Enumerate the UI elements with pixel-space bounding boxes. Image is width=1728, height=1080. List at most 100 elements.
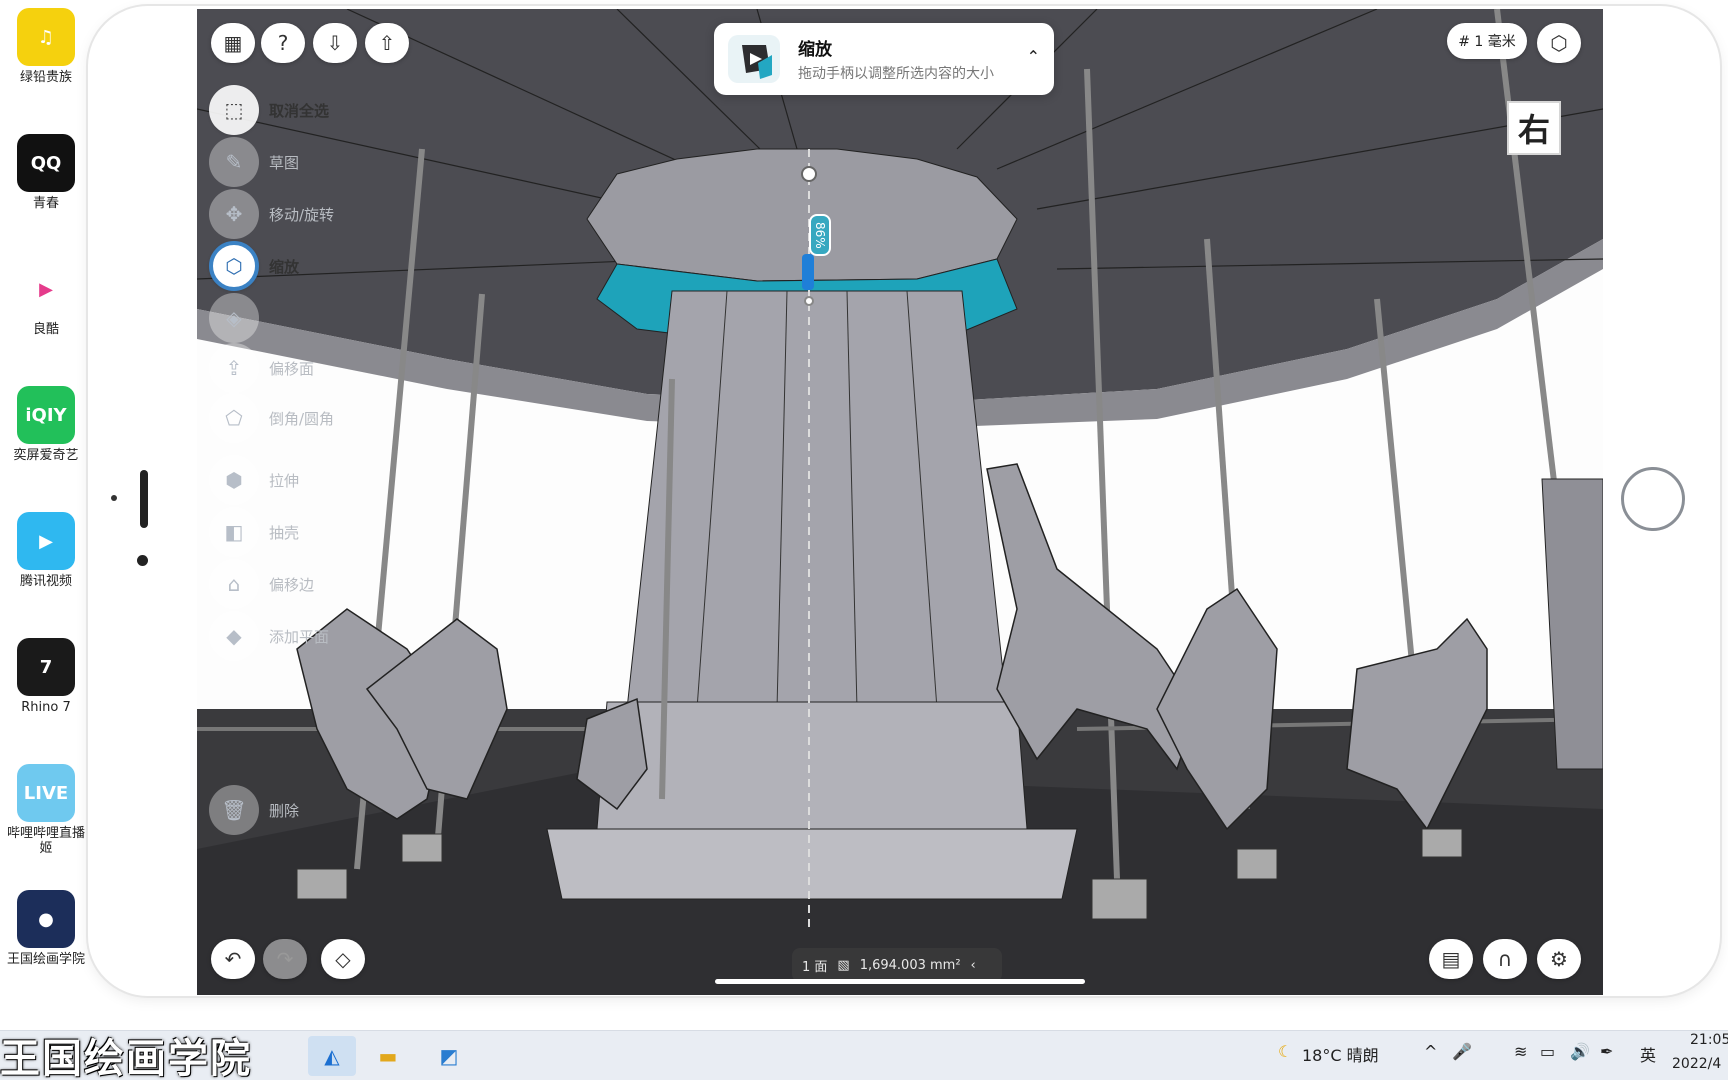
shapr3d-taskbar-app[interactable]: ◭ — [308, 1036, 356, 1076]
home-indicator-bar[interactable] — [715, 979, 1085, 984]
tool-label: 缩放 — [269, 257, 300, 276]
scale-end-handle[interactable] — [804, 296, 814, 306]
carousel-3d-viewport[interactable] — [197, 9, 1603, 995]
desktop-shortcut[interactable]: ● 王国绘画学院 — [4, 890, 88, 967]
desktop-shortcut[interactable]: ♫ 绿铅贵族 — [4, 8, 88, 85]
tool-sketch-pen[interactable]: ✎ 草图 — [209, 137, 299, 187]
tool-shell[interactable]: ◧ 抽壳 — [209, 507, 299, 557]
app-shortcut-icon: ♫ — [17, 8, 75, 66]
tool-extrude[interactable]: ⬢ 拉伸 — [209, 455, 299, 505]
tablet-sensor-dot — [137, 555, 148, 566]
scale-percent-badge[interactable]: 86% — [809, 214, 831, 256]
desktop-shortcut-label: 哔哩哔哩直播姬 — [6, 826, 85, 856]
desktop-shortcut-label: 王国绘画学院 — [6, 952, 85, 967]
desktop-shortcut[interactable]: iQIY 奕屏爱奇艺 — [4, 386, 88, 463]
add-plane-icon: ◆ — [209, 611, 259, 661]
desktop-icon-column: ♫ 绿铅贵族 QQ 青春 ▶ 良酷 iQIY 奕屏爱奇艺 ▶ 腾讯视频 7 Rhino 7 LIVE 哔哩… — [0, 0, 92, 1030]
file-explorer-taskbar-app[interactable]: ▬ — [364, 1036, 412, 1076]
scale-drag-handle[interactable] — [802, 254, 814, 290]
import-button[interactable]: ⇩ — [313, 23, 357, 63]
snap-magnet-button[interactable]: ∩ — [1483, 939, 1527, 979]
view-orientation-label[interactable]: 右 — [1507, 101, 1561, 155]
tablet-home-button[interactable] — [1621, 467, 1685, 531]
selection-status: 1 面 ▧ 1,694.003 mm² ‹ — [792, 948, 1002, 982]
tool-scale-cube[interactable]: ⬡ 缩放 — [209, 241, 299, 291]
input-method-indicator[interactable]: 英 — [1640, 1042, 1656, 1066]
units-button[interactable]: # 1 毫米 — [1447, 23, 1527, 59]
clock-time[interactable]: 21:05 — [1690, 1032, 1728, 1048]
desktop-shortcut[interactable]: ▶ 良酷 — [4, 260, 88, 337]
desktop-shortcut-label: 腾讯视频 — [19, 574, 72, 589]
speaker-icon[interactable]: 🔊 — [1570, 1042, 1590, 1061]
chevron-up-icon[interactable]: ^ — [1424, 1042, 1437, 1061]
channel-watermark: 王国绘画学院 — [0, 1035, 252, 1080]
section-icon: ▤ — [1441, 947, 1461, 971]
help-button[interactable]: ? — [261, 23, 305, 63]
tool-cube[interactable]: ◈ — [209, 293, 269, 343]
app-shortcut-icon: 7 — [17, 638, 75, 696]
desktop-shortcut[interactable]: LIVE 哔哩哔哩直播姬 — [4, 764, 88, 856]
redo-button[interactable]: ↷ — [263, 939, 307, 979]
desktop-shortcut-label: 良酷 — [32, 322, 59, 337]
tool-move-rotate[interactable]: ✥ 移动/旋转 — [209, 189, 334, 239]
pen-icon[interactable]: ✒ — [1600, 1042, 1613, 1061]
tool-offset-face[interactable]: ⇪ 偏移面 — [209, 343, 314, 393]
scale-pivot-handle[interactable] — [801, 166, 817, 182]
settings-button[interactable]: ⚙ — [1537, 939, 1581, 979]
extrude-icon: ⬢ — [209, 455, 259, 505]
download-tray-icon: ⇩ — [326, 31, 344, 55]
tool-add-plane[interactable]: ◆ 添加平面 — [209, 611, 329, 661]
app-shortcut-icon: iQIY — [17, 386, 75, 444]
tablet-camera-dot — [111, 495, 117, 501]
app-shortcut-icon: ▶ — [17, 260, 75, 318]
tool-fillet[interactable]: ⬠ 倒角/圆角 — [209, 393, 334, 443]
folder-icon: ▬ — [378, 1044, 398, 1068]
tool-label: 偏移边 — [269, 575, 315, 594]
desktop-shortcut[interactable]: QQ 青春 — [4, 134, 88, 211]
fillet-icon: ⬠ — [209, 393, 259, 443]
shell-icon: ◧ — [209, 507, 259, 557]
tool-label: 草图 — [269, 153, 300, 172]
undo-button[interactable]: ↶ — [211, 939, 255, 979]
clock-date[interactable]: 2022/4 — [1672, 1056, 1721, 1072]
app-screen[interactable]: ▦ ? ⇩ ⇧ ⬚ 取消全选 ✎ 草图 ✥ 移动/旋转 ⬡ 缩放 ◈ ⇪ 偏移面 ⬠ 倒角/圆角 ⬢ 拉伸 ◧… — [197, 9, 1603, 995]
tool-label: 添加平面 — [269, 627, 330, 646]
view-cube-button[interactable]: ⬡ — [1537, 23, 1581, 63]
desktop-shortcut-label: 青春 — [32, 196, 59, 211]
cube-icon: ◈ — [209, 293, 259, 343]
grid-menu-button[interactable]: ▦ — [211, 23, 255, 63]
desktop-shortcut[interactable]: 7 Rhino 7 — [4, 638, 88, 715]
notification-title: 缩放 — [798, 40, 832, 60]
tool-label: 拉伸 — [269, 471, 300, 490]
layers-button[interactable]: ◇ — [321, 939, 365, 979]
tablet-side-button — [140, 470, 148, 528]
undo-icon: ↶ — [224, 947, 242, 971]
chevron-up-icon[interactable]: ⌃ — [1027, 47, 1040, 66]
section-view-button[interactable]: ▤ — [1429, 939, 1473, 979]
export-button[interactable]: ⇧ — [365, 23, 409, 63]
gear-icon: ⚙ — [1550, 947, 1568, 971]
help-icon: ? — [277, 31, 289, 55]
tool-trash[interactable]: 🗑 删除 — [209, 785, 299, 835]
tool-deselect[interactable]: ⬚ 取消全选 — [209, 85, 329, 135]
microphone-icon[interactable]: 🎤 — [1452, 1042, 1472, 1061]
chevron-left-icon[interactable]: ‹ — [971, 958, 976, 973]
deselect-icon: ⬚ — [209, 85, 259, 135]
app-shortcut-icon: ● — [17, 890, 75, 948]
tool-label: 取消全选 — [269, 101, 330, 120]
sketch-app-taskbar-app[interactable]: ◩ — [425, 1036, 473, 1076]
wifi-icon[interactable]: ≋ — [1514, 1042, 1527, 1061]
tool-label: 抽壳 — [269, 523, 300, 542]
tool-label: 移动/旋转 — [269, 205, 335, 224]
sketch-pen-icon: ✎ — [209, 137, 259, 187]
grid-icon: ▦ — [223, 31, 243, 55]
app-shortcut-icon: LIVE — [17, 764, 75, 822]
offset-face-icon: ⇪ — [209, 343, 259, 393]
tool-offset-edge[interactable]: ⌂ 偏移边 — [209, 559, 314, 609]
redo-icon: ↷ — [276, 947, 294, 971]
battery-icon[interactable]: ▭ — [1540, 1042, 1555, 1061]
weather-text[interactable]: 18°C 晴朗 — [1302, 1042, 1379, 1066]
desktop-shortcut[interactable]: ▶ 腾讯视频 — [4, 512, 88, 589]
tool-label: 倒角/圆角 — [269, 409, 335, 428]
tool-notification[interactable]: 缩放 拖动手柄以调整所选内容的大小 ⌃ — [714, 23, 1054, 95]
